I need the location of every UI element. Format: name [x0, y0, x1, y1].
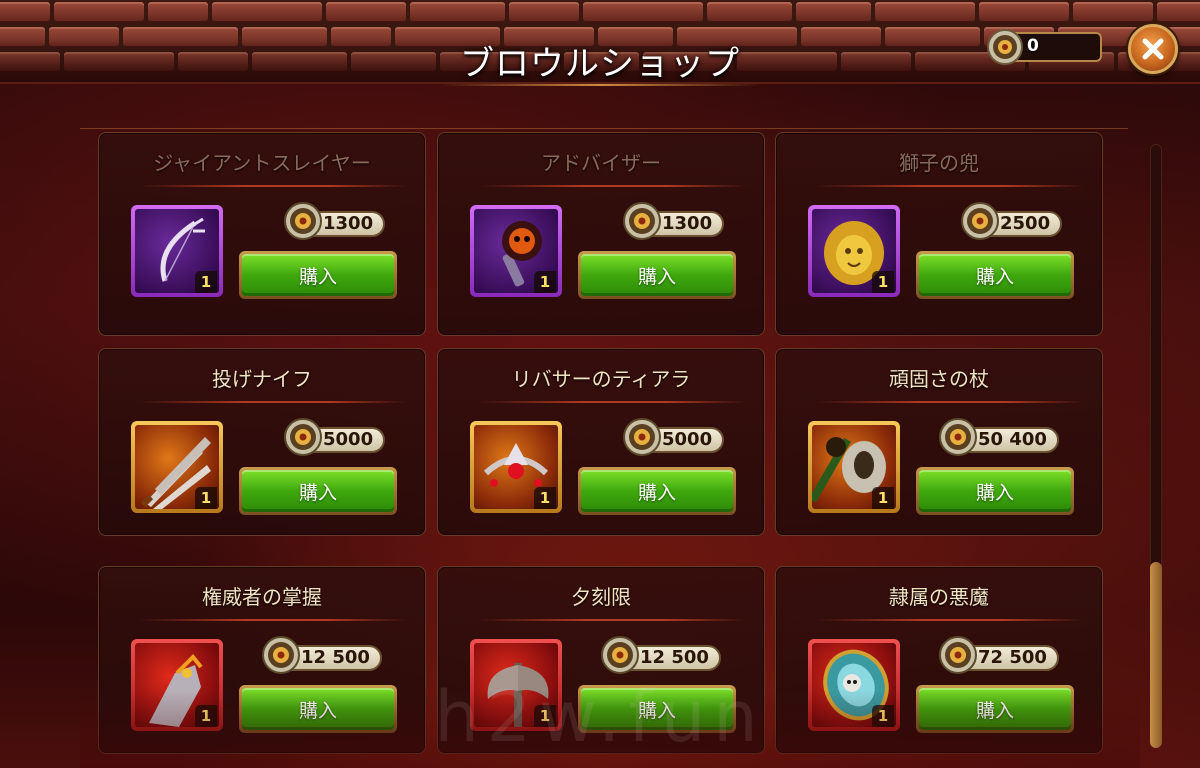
item-name: 投げナイフ — [212, 367, 312, 391]
bow-icon: 1 — [135, 209, 219, 293]
item-slot[interactable]: 1 — [808, 639, 900, 731]
brawl-coin-icon — [622, 417, 662, 461]
card-divider — [478, 401, 746, 403]
item-count: 1 — [195, 487, 217, 509]
currency-value: 0 — [1027, 36, 1039, 56]
buy-button[interactable]: 購入 — [578, 251, 736, 299]
buy-button[interactable]: 購入 — [916, 685, 1074, 733]
shop-item-card: リバサーのティアラ 1 5000 購入 — [437, 348, 765, 536]
card-divider — [816, 185, 1084, 187]
buy-button[interactable]: 購入 — [239, 685, 397, 733]
item-name: 権威者の掌握 — [202, 585, 322, 609]
item-name: 獅子の兜 — [899, 151, 979, 175]
item-count: 1 — [534, 271, 556, 293]
item-slot[interactable]: 1 — [131, 639, 223, 731]
buy-button[interactable]: 購入 — [916, 467, 1074, 515]
card-divider — [816, 619, 1084, 621]
brick-row — [0, 2, 1200, 24]
card-divider — [478, 619, 746, 621]
buy-button-label: 購入 — [242, 254, 394, 296]
item-name: リバサーのティアラ — [511, 367, 691, 391]
item-name: 夕刻限 — [571, 585, 631, 609]
brawl-coin-icon — [938, 417, 978, 461]
shop-item-card: 獅子の兜 1 2500 購入 — [775, 132, 1103, 336]
staff-icon: 1 — [812, 425, 896, 509]
card-divider — [478, 185, 746, 187]
buy-button[interactable]: 購入 — [239, 251, 397, 299]
tiara-icon: 1 — [474, 425, 558, 509]
mace-icon: 1 — [474, 209, 558, 293]
brawl-coin-icon — [283, 417, 323, 461]
item-slot[interactable]: 1 — [808, 205, 900, 297]
item-count: 1 — [872, 271, 894, 293]
mirror-icon: 1 — [812, 643, 896, 727]
item-name: 隷属の悪魔 — [889, 585, 989, 609]
close-icon — [1142, 38, 1164, 60]
buy-button[interactable]: 購入 — [578, 467, 736, 515]
buy-button-label: 購入 — [919, 470, 1071, 512]
item-name: 頑固さの杖 — [889, 367, 989, 391]
item-count: 1 — [872, 705, 894, 727]
item-count: 1 — [195, 705, 217, 727]
buy-button-label: 購入 — [242, 470, 394, 512]
card-divider — [139, 401, 407, 403]
close-button[interactable] — [1128, 24, 1178, 74]
brawl-coin-icon — [622, 201, 662, 245]
item-count: 1 — [872, 487, 894, 509]
item-name: ジャイアントスレイヤー — [153, 151, 371, 175]
brawl-coin-icon — [986, 28, 1024, 70]
item-slot[interactable]: 1 — [808, 421, 900, 513]
brawl-coin-icon — [261, 635, 301, 679]
item-count: 1 — [195, 271, 217, 293]
item-count: 1 — [534, 487, 556, 509]
brawl-coin-icon — [960, 201, 1000, 245]
buy-button-label: 購入 — [581, 470, 733, 512]
gauntlet-icon: 1 — [135, 643, 219, 727]
scrollbar-thumb[interactable] — [1150, 562, 1162, 748]
brawl-coin-icon — [283, 201, 323, 245]
buy-button-label: 購入 — [242, 688, 394, 730]
shop-item-card: アドバイザー 1 1300 購入 — [437, 132, 765, 336]
title-underline — [440, 84, 760, 86]
buy-button-label: 購入 — [919, 254, 1071, 296]
throwing-knives-icon: 1 — [135, 425, 219, 509]
brawl-coin-icon — [600, 635, 640, 679]
item-slot[interactable]: 1 — [131, 205, 223, 297]
card-divider — [816, 401, 1084, 403]
shop-item-card: 頑固さの杖 1 50 400 購入 — [775, 348, 1103, 536]
shop-item-card: ジャイアントスレイヤー 1 1300 購入 — [98, 132, 426, 336]
buy-button[interactable]: 購入 — [239, 467, 397, 515]
lion-helmet-icon: 1 — [812, 209, 896, 293]
brawl-coin-icon — [938, 635, 978, 679]
buy-button[interactable]: 購入 — [916, 251, 1074, 299]
buy-button-label: 購入 — [581, 254, 733, 296]
card-divider — [139, 619, 407, 621]
watermark: h2w.fun — [434, 676, 766, 758]
item-slot[interactable]: 1 — [470, 205, 562, 297]
card-divider — [139, 185, 407, 187]
shop-item-card: 投げナイフ 1 5000 購入 — [98, 348, 426, 536]
item-name: アドバイザー — [541, 151, 661, 175]
item-slot[interactable]: 1 — [470, 421, 562, 513]
buy-button-label: 購入 — [919, 688, 1071, 730]
item-slot[interactable]: 1 — [131, 421, 223, 513]
shop-item-card: 権威者の掌握 1 12 500 購入 — [98, 566, 426, 754]
shop-item-card: 隷属の悪魔 1 72 500 購入 — [775, 566, 1103, 754]
